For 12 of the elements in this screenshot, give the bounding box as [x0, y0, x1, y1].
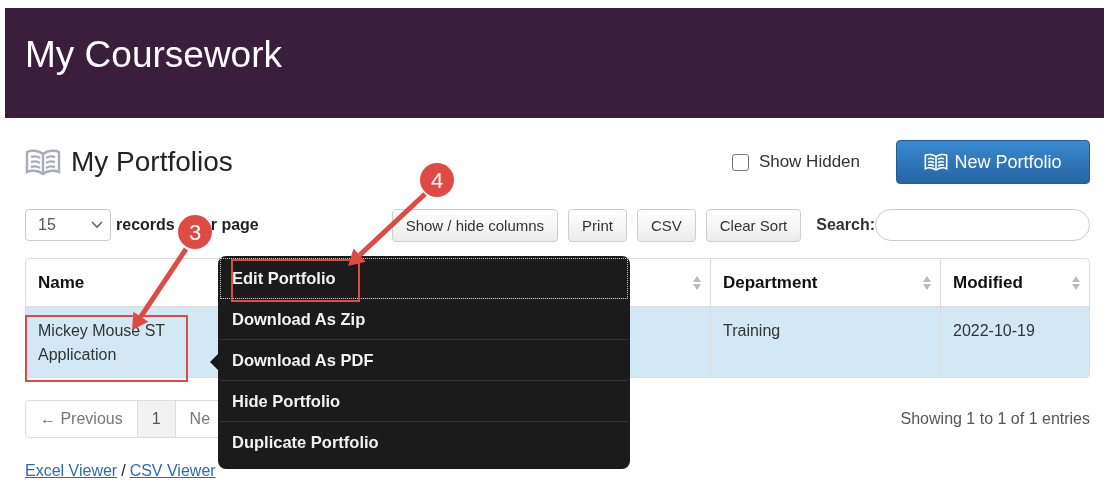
- table-cell-text: 2022-10-19: [953, 321, 1036, 341]
- page-size-label: records: [116, 216, 175, 234]
- step-number-badge: 3: [178, 215, 212, 249]
- page-title: My Coursework: [25, 34, 282, 76]
- checkbox-label: Show Hidden: [758, 152, 860, 172]
- page-size-label: r page: [210, 216, 259, 234]
- entries-info: Showing 1 to 1 of 1 entries: [900, 410, 1090, 428]
- step-number-badge: 4: [420, 163, 454, 197]
- table-cell-text: Training: [723, 321, 782, 341]
- search-label: Search:: [816, 216, 875, 234]
- link-separator: /: [121, 462, 126, 480]
- section-title: My Portfolios: [71, 146, 233, 178]
